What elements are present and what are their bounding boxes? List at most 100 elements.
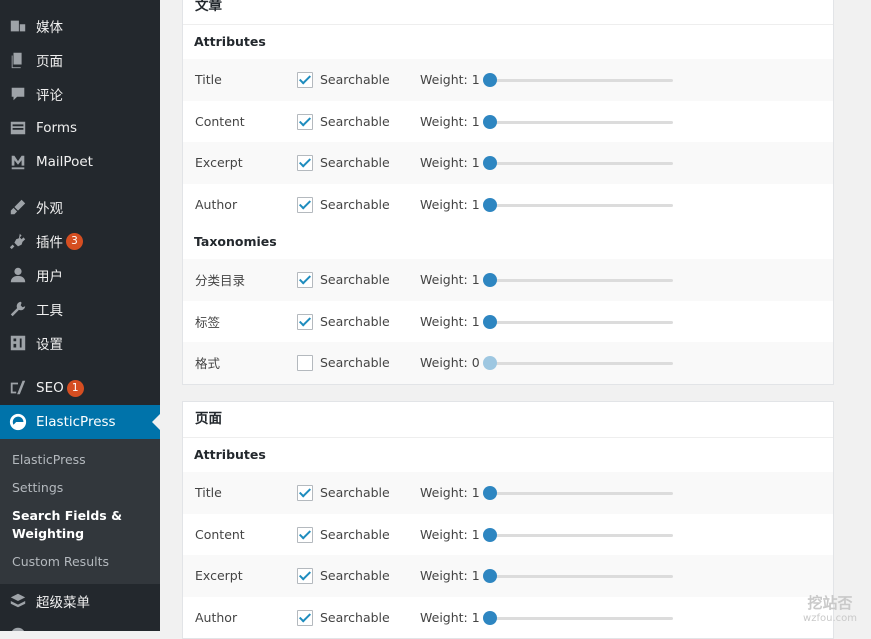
menu-item-elasticpress[interactable]: ElasticPress	[0, 405, 160, 439]
searchable-label[interactable]: Searchable	[320, 197, 390, 212]
menu-item-plugins[interactable]: 插件 3	[0, 224, 160, 258]
searchable-checkbox[interactable]	[297, 113, 313, 130]
field-row: Excerpt Searchable Weight: 1	[183, 142, 833, 184]
weight-slider-handle[interactable]	[483, 156, 497, 170]
menu-label: 设置	[36, 337, 63, 353]
menu-item-cutoff[interactable]	[0, 618, 160, 631]
weight-slider-track[interactable]	[488, 203, 673, 207]
menu-item-comments[interactable]: 评论	[0, 77, 160, 111]
menu-label: 页面	[36, 54, 63, 70]
weight-label: Weight: 0	[420, 355, 480, 371]
searchable-label[interactable]: Searchable	[320, 568, 390, 583]
weight-slider-track[interactable]	[488, 616, 673, 620]
watermark: 挖站否 wzfou.com	[803, 594, 857, 624]
submenu-item-custom-results[interactable]: Custom Results	[12, 553, 109, 571]
post-type-panel-posts: 文章 Attributes Title Searchable Weight: 1 Co…	[182, 0, 834, 385]
weight-slider-track[interactable]	[488, 575, 673, 578]
weight-slider-handle[interactable]	[483, 527, 497, 542]
admin-sidebar: 媒体 页面 评论 Forms MailPoet 外观 插件 3 用户 工具 设置…	[0, 0, 160, 631]
searchable-checkbox[interactable]	[297, 568, 313, 584]
searchable-label[interactable]: Searchable	[320, 610, 390, 625]
field-name: Title	[195, 72, 222, 88]
menu-label: 外观	[36, 201, 63, 217]
weight-label: Weight: 1	[420, 196, 480, 212]
searchable-label[interactable]: Searchable	[320, 272, 390, 287]
menu-item-users[interactable]: 用户	[0, 258, 160, 292]
field-name: Content	[195, 113, 245, 129]
field-name: 分类目录	[195, 273, 246, 289]
weight-label: Weight: 1	[420, 72, 480, 88]
searchable-checkbox[interactable]	[297, 272, 313, 288]
searchable-label[interactable]: Searchable	[320, 155, 390, 170]
searchable-label[interactable]: Searchable	[320, 527, 390, 542]
weight-slider-handle[interactable]	[483, 486, 497, 500]
menu-item-super-menu[interactable]: 超级菜单	[0, 584, 160, 618]
weight-slider-track[interactable]	[488, 362, 673, 365]
notification-badge: 1	[66, 379, 84, 397]
menu-item-mailpoet[interactable]: MailPoet	[0, 145, 160, 179]
comment-icon	[8, 84, 28, 104]
submenu-item-search-fields[interactable]: Search Fields & Weighting	[12, 507, 122, 543]
menu-item-forms[interactable]: Forms	[0, 111, 160, 145]
weight-slider-track[interactable]	[488, 279, 673, 282]
weight-slider-handle[interactable]	[483, 114, 497, 129]
weight-slider-handle[interactable]	[483, 356, 497, 370]
settings-icon	[8, 333, 28, 353]
menu-label: 工具	[36, 303, 63, 319]
searchable-label[interactable]: Searchable	[320, 314, 390, 329]
menu-item-tools[interactable]: 工具	[0, 292, 160, 326]
weight-slider-handle[interactable]	[483, 273, 497, 287]
searchable-checkbox[interactable]	[297, 196, 313, 213]
stack-icon	[8, 591, 28, 611]
post-type-panel-pages: 页面 Attributes Title Searchable Weight: 1 Co…	[182, 401, 834, 639]
weight-slider-track[interactable]	[488, 79, 673, 82]
field-name: Excerpt	[195, 155, 243, 171]
user-icon	[8, 265, 28, 285]
yoast-icon	[8, 378, 28, 398]
menu-item-settings[interactable]: 设置	[0, 326, 160, 360]
weight-slider-handle[interactable]	[483, 314, 497, 329]
searchable-label[interactable]: Searchable	[320, 114, 390, 129]
weight-slider-track[interactable]	[488, 492, 673, 495]
menu-item-appearance[interactable]: 外观	[0, 190, 160, 224]
searchable-checkbox[interactable]	[297, 526, 313, 543]
weight-slider-handle[interactable]	[483, 197, 497, 212]
searchable-checkbox[interactable]	[297, 355, 313, 371]
field-row: Content Searchable Weight: 1	[183, 101, 833, 143]
wrench-icon	[8, 299, 28, 319]
menu-label: 插件	[36, 235, 63, 251]
weight-slider-handle[interactable]	[483, 73, 497, 87]
searchable-checkbox[interactable]	[297, 313, 313, 330]
weight-slider-track[interactable]	[488, 120, 673, 124]
weight-slider-track[interactable]	[488, 533, 673, 537]
searchable-label[interactable]: Searchable	[320, 485, 390, 500]
menu-item-pages[interactable]: 页面	[0, 43, 160, 77]
menu-label: SEO	[36, 380, 64, 396]
searchable-label[interactable]: Searchable	[320, 355, 390, 370]
menu-label: MailPoet	[36, 154, 93, 170]
weight-label: Weight: 1	[420, 568, 480, 584]
field-name: Title	[195, 485, 222, 501]
menu-item-seo[interactable]: SEO 1	[0, 371, 160, 405]
searchable-checkbox[interactable]	[297, 155, 313, 171]
field-name: Author	[195, 609, 238, 625]
weight-slider-handle[interactable]	[483, 569, 497, 583]
field-row: Content Searchable Weight: 1	[183, 514, 833, 556]
weight-slider-track[interactable]	[488, 320, 673, 324]
weight-slider-track[interactable]	[488, 162, 673, 165]
forms-icon	[8, 118, 28, 138]
plug-icon	[8, 231, 28, 251]
submenu-item-elasticpress[interactable]: ElasticPress	[12, 451, 86, 469]
searchable-checkbox[interactable]	[297, 72, 313, 88]
submenu-item-settings[interactable]: Settings	[12, 479, 63, 497]
searchable-label[interactable]: Searchable	[320, 72, 390, 87]
weight-label: Weight: 1	[420, 155, 480, 171]
weight-slider-handle[interactable]	[483, 610, 497, 625]
field-row: Title Searchable Weight: 1	[183, 472, 833, 514]
field-row: Author Searchable Weight: 1	[183, 597, 833, 639]
searchable-checkbox[interactable]	[297, 485, 313, 501]
menu-item-media[interactable]: 媒体	[0, 9, 160, 43]
searchable-checkbox[interactable]	[297, 609, 313, 626]
field-row: 格式 Searchable Weight: 0	[183, 342, 833, 384]
panel-title: 文章	[183, 0, 833, 25]
